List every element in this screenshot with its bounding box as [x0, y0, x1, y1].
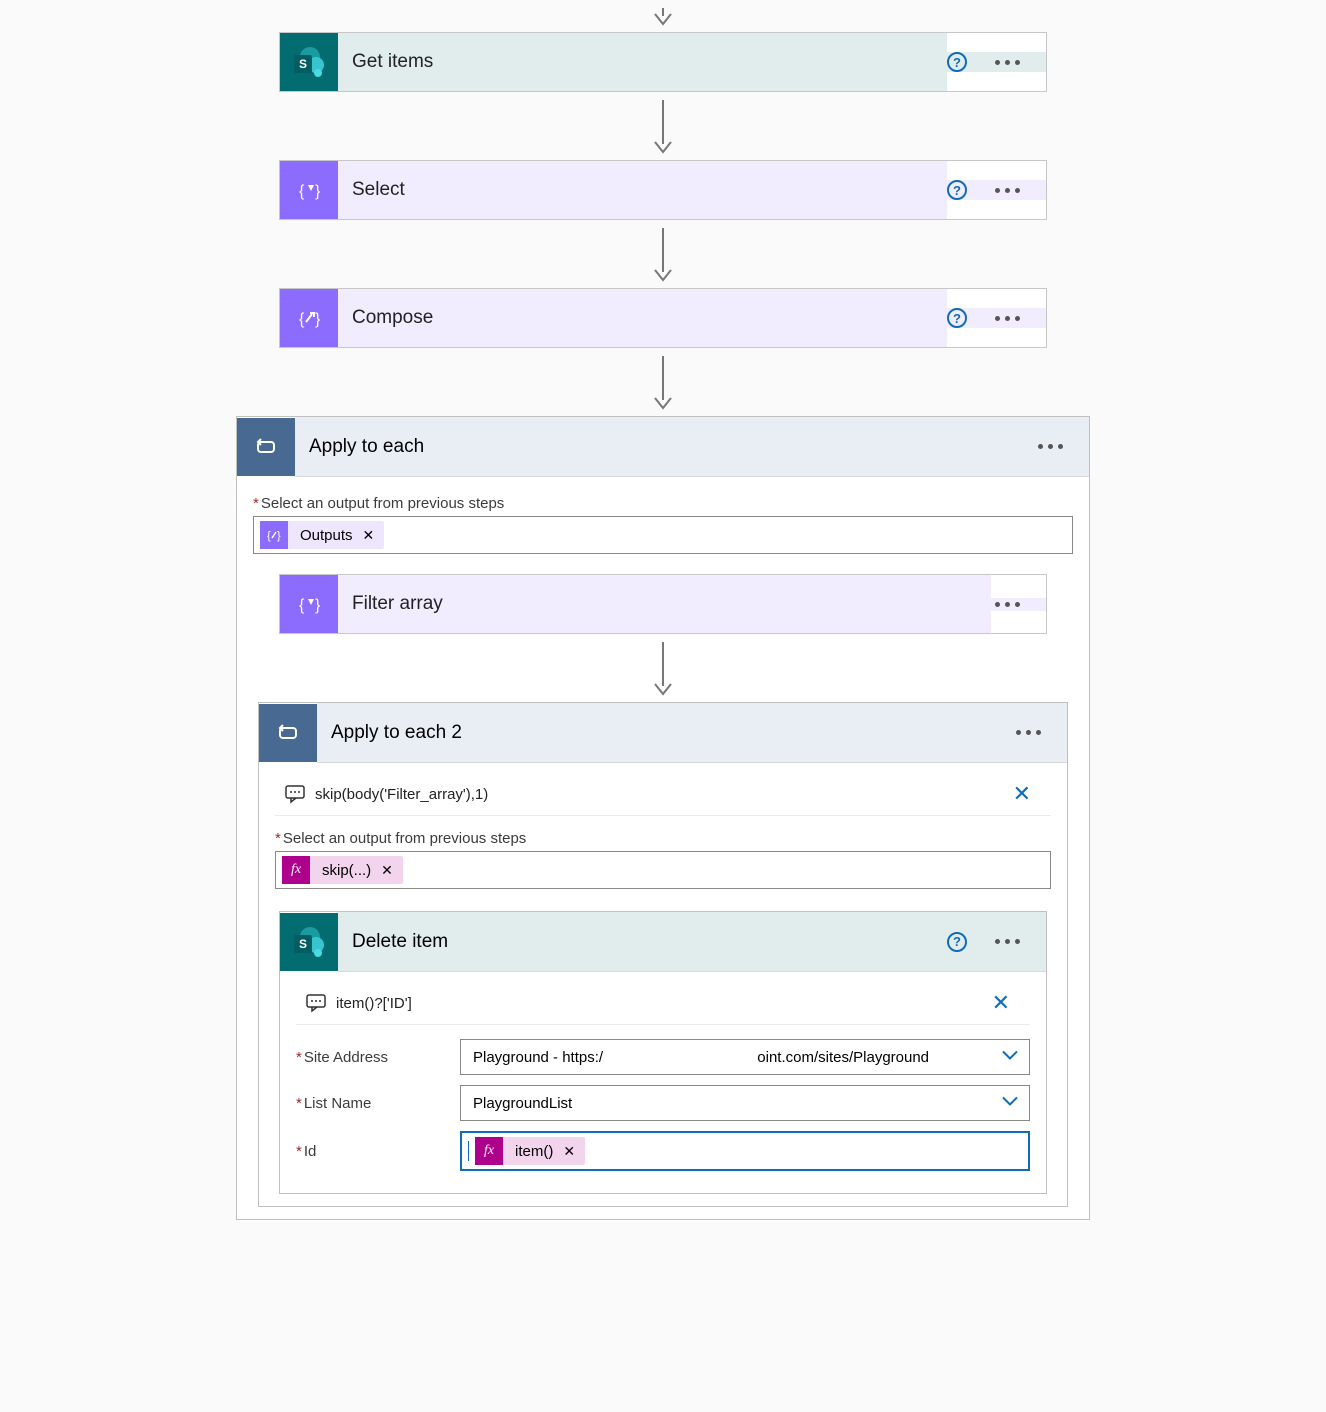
- help-icon[interactable]: ?: [947, 52, 967, 72]
- action-card-select[interactable]: {} Select ?: [279, 160, 1047, 220]
- token-skip-expression[interactable]: fx skip(...) ✕: [282, 856, 403, 884]
- card-header[interactable]: S Delete item ?: [280, 912, 1046, 972]
- chevron-down-icon: [1001, 1049, 1019, 1066]
- svg-text:{: {: [299, 311, 305, 328]
- peek-code-text: item()?['ID']: [330, 995, 986, 1012]
- help-icon[interactable]: ?: [947, 180, 967, 200]
- token-remove-icon[interactable]: ✕: [563, 1143, 575, 1160]
- card-title: Select: [338, 161, 947, 219]
- close-icon[interactable]: ✕: [1007, 779, 1037, 809]
- container-header[interactable]: Apply to each: [237, 417, 1089, 477]
- flow-arrow: [279, 220, 1047, 288]
- id-input[interactable]: fx item() ✕: [460, 1131, 1030, 1171]
- card-title: Filter array: [338, 575, 991, 633]
- site-address-select[interactable]: Playground - https:/ oint.com/sites/Play…: [460, 1039, 1030, 1075]
- card-title: Compose: [338, 289, 947, 347]
- field-label: *Select an output from previous steps: [253, 495, 1073, 512]
- svg-text:}: }: [315, 183, 321, 200]
- card-menu-icon[interactable]: [1012, 726, 1045, 739]
- card-title: Get items: [338, 33, 947, 91]
- select-icon: {}: [280, 161, 338, 219]
- token-remove-icon[interactable]: ✕: [363, 527, 375, 544]
- list-name-select[interactable]: PlaygroundList: [460, 1085, 1030, 1121]
- flow-arrow: [279, 0, 1047, 32]
- card-menu-icon[interactable]: [1034, 440, 1067, 453]
- peek-code-row: item()?['ID'] ✕: [296, 982, 1030, 1025]
- card-menu-icon[interactable]: [991, 312, 1024, 325]
- text-cursor: [468, 1141, 469, 1161]
- help-icon[interactable]: ?: [947, 932, 967, 952]
- peek-code-row: skip(body('Filter_array'),1) ✕: [275, 773, 1051, 816]
- action-card-compose[interactable]: {} Compose ?: [279, 288, 1047, 348]
- action-card-delete-item: S Delete item ?: [279, 911, 1047, 1194]
- field-label: *Select an output from previous steps: [275, 830, 1051, 847]
- card-title: Delete item: [338, 912, 947, 972]
- svg-text:}: }: [315, 597, 321, 614]
- svg-text:{: {: [267, 530, 271, 542]
- filter-icon: {}: [280, 575, 338, 633]
- token-item-expression[interactable]: fx item() ✕: [475, 1137, 585, 1165]
- flow-arrow: [279, 348, 1047, 416]
- token-remove-icon[interactable]: ✕: [381, 862, 393, 879]
- sharepoint-icon: S: [280, 33, 338, 91]
- list-name-label: *List Name: [296, 1095, 450, 1112]
- sharepoint-icon: S: [280, 913, 338, 971]
- loop-icon: [237, 418, 295, 476]
- help-icon[interactable]: ?: [947, 308, 967, 328]
- card-menu-icon[interactable]: [991, 935, 1024, 948]
- action-card-filter-array[interactable]: {} Filter array: [279, 574, 1047, 634]
- flow-arrow: [279, 634, 1047, 702]
- card-menu-icon[interactable]: [991, 56, 1024, 69]
- svg-text:}: }: [315, 311, 321, 328]
- close-icon[interactable]: ✕: [986, 988, 1016, 1018]
- apply-to-each-2-container: Apply to each 2 skip(body('Filter_array'…: [258, 702, 1068, 1207]
- card-menu-icon[interactable]: [991, 598, 1024, 611]
- container-title: Apply to each 2: [317, 703, 1012, 763]
- apply-to-each-container: Apply to each *Select an output from pre…: [236, 416, 1090, 1220]
- compose-icon: {}: [280, 289, 338, 347]
- comment-icon: [281, 783, 309, 805]
- svg-text:{: {: [299, 597, 305, 614]
- loop-icon: [259, 704, 317, 762]
- comment-icon: [302, 992, 330, 1014]
- output-selector[interactable]: fx skip(...) ✕: [275, 851, 1051, 889]
- site-address-label: *Site Address: [296, 1049, 450, 1066]
- peek-code-text: skip(body('Filter_array'),1): [309, 786, 1007, 803]
- container-header[interactable]: Apply to each 2: [259, 703, 1067, 763]
- chevron-down-icon: [1001, 1095, 1019, 1112]
- flow-arrow: [279, 92, 1047, 160]
- svg-text:}: }: [277, 530, 281, 542]
- card-menu-icon[interactable]: [991, 184, 1024, 197]
- token-outputs[interactable]: {} Outputs ✕: [260, 521, 384, 549]
- container-title: Apply to each: [295, 417, 1034, 477]
- action-card-get-items[interactable]: S Get items ?: [279, 32, 1047, 92]
- id-label: *Id: [296, 1143, 450, 1160]
- output-selector[interactable]: {} Outputs ✕: [253, 516, 1073, 554]
- svg-text:{: {: [299, 183, 305, 200]
